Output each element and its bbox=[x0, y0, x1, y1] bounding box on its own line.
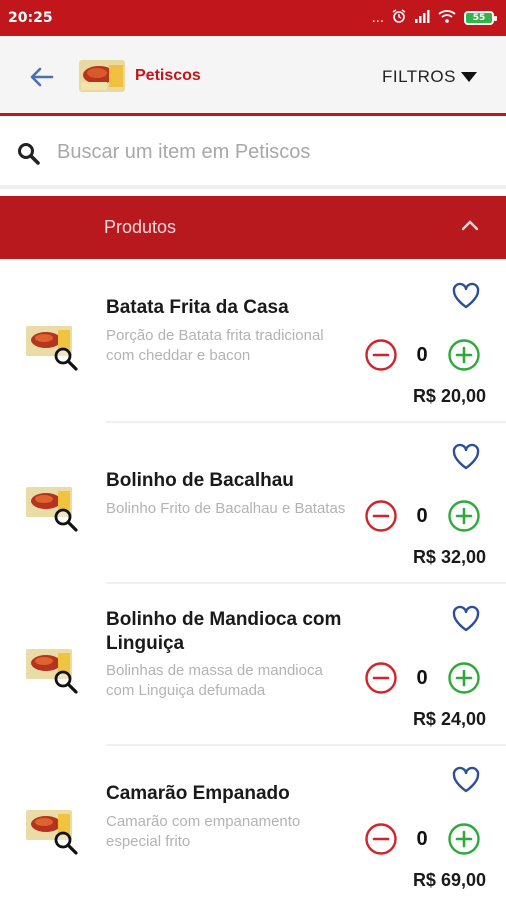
product-price: R$ 24,00 bbox=[412, 709, 486, 729]
product-thumbnail[interactable] bbox=[26, 487, 78, 532]
product-thumbnail[interactable] bbox=[26, 326, 78, 371]
filters-label: FILTROS bbox=[381, 67, 456, 86]
product-item[interactable]: Bolinho de Mandioca com Linguiça Bolinha… bbox=[0, 585, 506, 746]
arrow-left-icon bbox=[30, 67, 54, 87]
notification-dots: ... bbox=[371, 10, 384, 26]
decrease-quantity-button[interactable] bbox=[364, 338, 398, 372]
category-title: Petiscos bbox=[135, 67, 201, 84]
wifi-icon bbox=[438, 9, 456, 27]
signal-icon bbox=[414, 9, 430, 27]
product-description: Camarão com empanamento especial frito bbox=[106, 813, 301, 850]
product-description: Porção de Batata frita tradicional com c… bbox=[106, 327, 324, 364]
product-price: R$ 20,00 bbox=[412, 386, 486, 406]
chevron-up-icon[interactable] bbox=[460, 218, 480, 232]
status-icons: ... 55 bbox=[371, 9, 497, 27]
product-price: R$ 69,00 bbox=[412, 870, 486, 890]
quantity-value: 0 bbox=[416, 344, 428, 366]
quantity-value: 0 bbox=[416, 828, 428, 850]
search-icon bbox=[18, 143, 40, 165]
quantity-value: 0 bbox=[416, 505, 428, 527]
product-name: Bolinho de Bacalhau bbox=[106, 470, 294, 491]
increase-quantity-button[interactable] bbox=[447, 499, 481, 533]
favorite-heart-icon[interactable] bbox=[451, 605, 481, 633]
increase-quantity-button[interactable] bbox=[447, 338, 481, 372]
increase-quantity-button[interactable] bbox=[447, 661, 481, 695]
category-thumbnail bbox=[79, 60, 125, 92]
zoom-icon bbox=[54, 670, 78, 694]
product-item[interactable]: Bolinho de Bacalhau Bolinho Frito de Bac… bbox=[0, 423, 506, 584]
zoom-icon bbox=[54, 508, 78, 532]
section-title: Produtos bbox=[104, 217, 177, 237]
alarm-icon bbox=[392, 9, 406, 27]
search-bar[interactable]: Buscar um item em Petiscos bbox=[0, 119, 506, 189]
product-item[interactable]: Camarão Empanado Camarão com empanamento… bbox=[0, 746, 506, 907]
product-price: R$ 32,00 bbox=[412, 547, 486, 567]
zoom-icon bbox=[54, 831, 78, 855]
divider bbox=[106, 582, 506, 584]
decrease-quantity-button[interactable] bbox=[364, 499, 398, 533]
top-app-bar: Petiscos FILTROS bbox=[0, 36, 506, 116]
zoom-icon bbox=[54, 347, 78, 371]
product-name: Batata Frita da Casa bbox=[106, 297, 289, 318]
search-input[interactable]: Buscar um item em Petiscos bbox=[57, 141, 310, 164]
favorite-heart-icon[interactable] bbox=[451, 766, 481, 794]
product-name: Bolinho de Mandioca com Linguiça bbox=[106, 609, 342, 654]
favorite-heart-icon[interactable] bbox=[451, 282, 481, 310]
filters-button[interactable]: FILTROS bbox=[382, 67, 478, 87]
status-time: 20:25 bbox=[8, 10, 53, 26]
product-description: Bolinho Frito de Bacalhau e Batatas bbox=[106, 500, 346, 517]
section-header-produtos[interactable]: Produtos bbox=[0, 196, 506, 259]
product-thumbnail[interactable] bbox=[26, 649, 78, 694]
status-bar: 20:25 ... 55 bbox=[0, 0, 506, 36]
increase-quantity-button[interactable] bbox=[447, 822, 481, 856]
product-thumbnail[interactable] bbox=[26, 810, 78, 855]
product-item[interactable]: Batata Frita da Casa Porção de Batata fr… bbox=[0, 262, 506, 423]
quantity-value: 0 bbox=[416, 667, 428, 689]
product-name: Camarão Empanado bbox=[106, 783, 290, 804]
back-button[interactable] bbox=[24, 62, 60, 92]
decrease-quantity-button[interactable] bbox=[364, 661, 398, 695]
triangle-down-icon bbox=[461, 72, 477, 82]
decrease-quantity-button[interactable] bbox=[364, 822, 398, 856]
battery-icon: 55 bbox=[464, 11, 497, 25]
favorite-heart-icon[interactable] bbox=[451, 443, 481, 471]
product-description: Bolinhas de massa de mandioca com Lingui… bbox=[106, 662, 323, 699]
